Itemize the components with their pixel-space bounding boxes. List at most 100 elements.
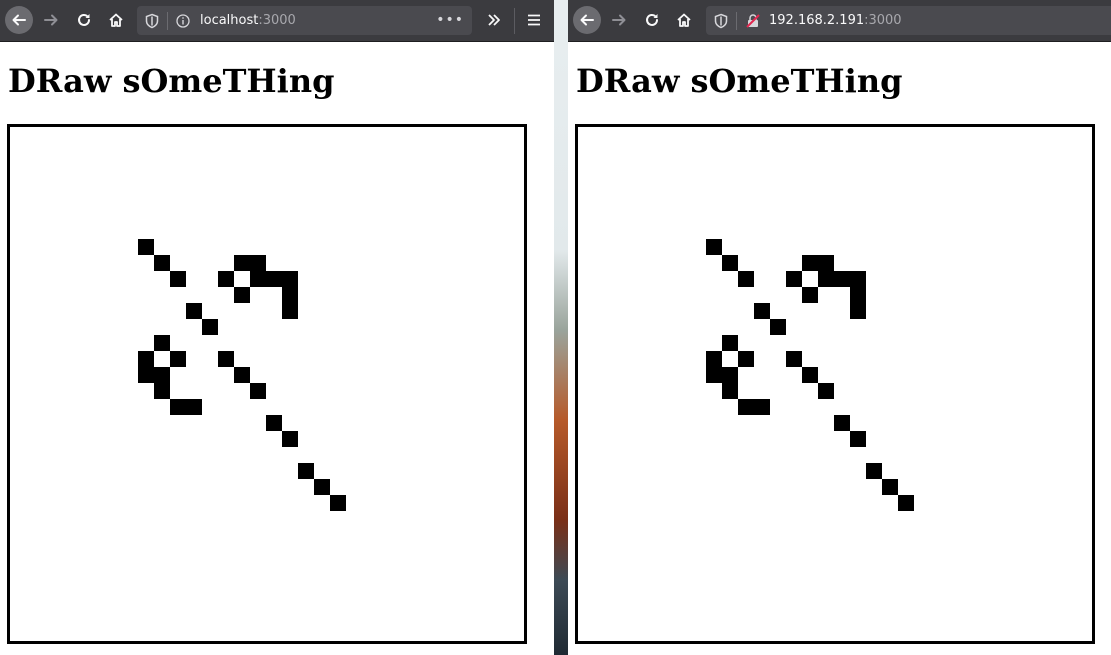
forward-button[interactable] <box>605 6 633 34</box>
drawn-pixel <box>298 463 314 479</box>
back-arrow-icon <box>573 6 601 34</box>
address-bar[interactable]: localhost:3000 ••• <box>137 6 472 35</box>
drawn-pixel <box>898 495 914 511</box>
drawn-pixel <box>282 271 298 287</box>
page-title: DRaw sOmeTHing <box>8 62 335 100</box>
forward-button[interactable] <box>37 6 65 34</box>
drawing-canvas[interactable] <box>575 124 1095 644</box>
tracking-shield-icon <box>145 13 159 28</box>
drawn-pixel <box>802 367 818 383</box>
drawn-pixel <box>154 255 170 271</box>
toolbar-separator <box>514 8 515 34</box>
drawn-pixel <box>818 255 834 271</box>
drawn-pixel <box>738 399 754 415</box>
drawn-pixel <box>850 303 866 319</box>
drawn-pixel <box>138 351 154 367</box>
reload-icon <box>646 13 658 26</box>
drawn-pixel <box>738 351 754 367</box>
url-port: :3000 <box>258 13 296 28</box>
drawn-pixel <box>882 479 898 495</box>
drawn-pixel <box>738 271 754 287</box>
url-port: :3000 <box>864 13 902 28</box>
drawn-pixel <box>802 255 818 271</box>
drawn-pixel <box>170 271 186 287</box>
drawn-pixel <box>138 367 154 383</box>
desktop-wallpaper-strip <box>554 0 568 655</box>
url-text: 192.168.2.191:3000 <box>769 13 902 28</box>
drawn-pixel <box>850 287 866 303</box>
drawn-pixel <box>250 271 266 287</box>
home-icon <box>109 13 123 27</box>
forward-arrow-icon <box>612 14 626 26</box>
drawn-pixel <box>154 383 170 399</box>
home-button[interactable] <box>670 6 698 34</box>
drawn-pixel <box>722 367 738 383</box>
drawn-pixel <box>722 255 738 271</box>
drawn-pixel <box>154 335 170 351</box>
drawn-pixel <box>706 367 722 383</box>
browser-window-right: 192.168.2.191:3000 DRaw sOmeTHing <box>568 0 1111 655</box>
drawn-pixel <box>154 367 170 383</box>
drawn-pixel <box>802 287 818 303</box>
pixel-layer <box>578 127 1092 641</box>
url-host: localhost <box>200 13 259 28</box>
drawn-pixel <box>706 239 722 255</box>
back-button[interactable] <box>573 6 601 34</box>
drawn-pixel <box>314 479 330 495</box>
address-bar[interactable]: 192.168.2.191:3000 <box>706 6 1111 35</box>
browser-toolbar: 192.168.2.191:3000 <box>568 0 1111 42</box>
drawn-pixel <box>818 271 834 287</box>
reload-button[interactable] <box>638 6 666 34</box>
drawn-pixel <box>330 495 346 511</box>
drawn-pixel <box>138 239 154 255</box>
drawn-pixel <box>770 319 786 335</box>
drawn-pixel <box>202 319 218 335</box>
drawn-pixel <box>218 271 234 287</box>
drawn-pixel <box>234 287 250 303</box>
drawn-pixel <box>266 271 282 287</box>
drawn-pixel <box>754 399 770 415</box>
drawn-pixel <box>834 271 850 287</box>
info-icon[interactable] <box>176 13 190 28</box>
url-text: localhost:3000 <box>200 13 296 28</box>
drawn-pixel <box>850 271 866 287</box>
browser-toolbar: localhost:3000 ••• <box>0 0 554 42</box>
drawn-pixel <box>754 303 770 319</box>
forward-arrow-icon <box>44 14 58 26</box>
drawn-pixel <box>234 255 250 271</box>
drawn-pixel <box>186 303 202 319</box>
drawn-pixel <box>722 335 738 351</box>
drawn-pixel <box>250 383 266 399</box>
drawn-pixel <box>834 415 850 431</box>
drawn-pixel <box>234 367 250 383</box>
drawing-canvas[interactable] <box>7 124 527 644</box>
home-button[interactable] <box>102 6 130 34</box>
drawn-pixel <box>706 351 722 367</box>
drawn-pixel <box>866 463 882 479</box>
reload-icon <box>78 13 90 26</box>
menu-button[interactable] <box>520 6 548 34</box>
drawn-pixel <box>282 431 298 447</box>
pixel-layer <box>10 127 524 641</box>
drawn-pixel <box>266 415 282 431</box>
back-arrow-icon <box>5 6 33 34</box>
page-actions-icon[interactable]: ••• <box>436 12 464 28</box>
double-chevron-icon <box>488 14 500 26</box>
drawn-pixel <box>170 351 186 367</box>
insecure-lock-icon[interactable] <box>745 13 761 29</box>
drawn-pixel <box>186 399 202 415</box>
drawn-pixel <box>218 351 234 367</box>
drawn-pixel <box>850 431 866 447</box>
page-title: DRaw sOmeTHing <box>576 62 903 100</box>
drawn-pixel <box>722 383 738 399</box>
reload-button[interactable] <box>70 6 98 34</box>
back-button[interactable] <box>5 6 33 34</box>
drawn-pixel <box>786 271 802 287</box>
home-icon <box>677 13 691 27</box>
overflow-button[interactable] <box>480 6 508 34</box>
drawn-pixel <box>282 303 298 319</box>
tracking-shield-icon <box>714 13 728 28</box>
drawn-pixel <box>818 383 834 399</box>
drawn-pixel <box>170 399 186 415</box>
url-host: 192.168.2.191 <box>769 13 865 28</box>
